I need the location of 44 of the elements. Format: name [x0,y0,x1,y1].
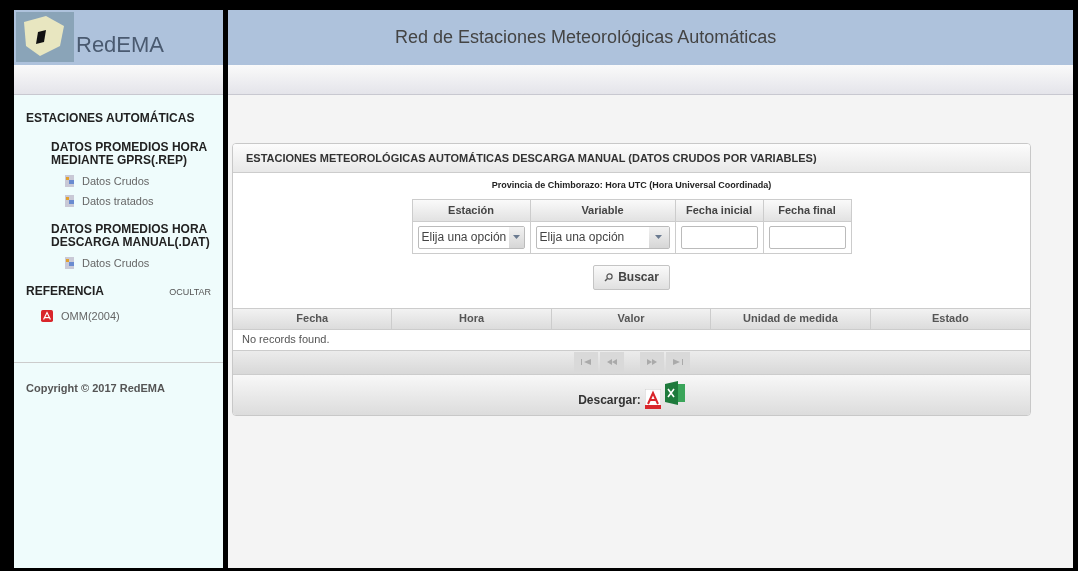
section-heading: REFERENCIA [26,282,104,300]
caret-icon [512,235,520,239]
sidebar-link[interactable]: Datos Crudos [64,173,211,190]
select-field[interactable]: Elija una opción [417,225,525,249]
brand-name: RedEMA [76,31,165,59]
map-logo-icon [16,12,74,62]
pager-arrow-icon [580,359,591,365]
sidebar-link[interactable]: Datos tratados [64,192,211,209]
caret-icon [655,235,662,239]
pdf-icon[interactable] [644,388,661,409]
document-icon [64,174,76,189]
panel-subtitle: Provincia de Chimborazo: Hora UTC (Hora Universal Coordinada) [491,179,772,192]
date-field[interactable] [768,225,846,249]
copyright-text: Copyright © 2017 RedEMA [26,382,165,394]
table-header: Hora [459,311,485,327]
document-icon [64,256,76,271]
pager-arrow-icon [672,359,683,365]
reference-link[interactable]: OMM(2004) [41,307,211,324]
select-field[interactable]: Elija una opción [535,225,670,249]
table-header: Unidad de medida [743,311,838,327]
pager-arrow-icon [606,359,617,365]
download-label: Descargar: [578,391,641,409]
table-header: Valor [617,311,645,327]
panel-title: ESTACIONES METEOROLÓGICAS AUTOMÁTICAS DESCARGA MANUAL (DATOS CRUDOS POR VARIABLES) [246,150,817,166]
column-header: Fecha inicial [686,202,752,218]
section-heading: ESTACIONES AUTOMÁTICAS [26,109,196,127]
column-header: Fecha final [778,202,836,218]
hide-link[interactable]: OCULTAR [169,286,211,300]
column-header: Estación [448,202,494,218]
table-header: Estado [931,311,969,327]
group-heading: DATOS PROMEDIOS HORA MEDIANTE GPRS(.REP) [51,141,208,167]
table-header: Fecha [296,311,329,327]
spreadsheet-icon[interactable] [664,380,685,405]
group-heading: DATOS PROMEDIOS HORA DESCARGA MANUAL(.DAT) [51,223,211,249]
page-title: Red de Estaciones Meteorológicas Automáticas [395,26,777,49]
document-icon [64,193,76,208]
column-header: Variable [581,202,624,218]
empty-message: No records found. [242,332,330,348]
date-field[interactable] [680,225,758,249]
sidebar-link[interactable]: Datos Crudos [64,255,211,272]
search-icon [604,272,614,282]
search-button[interactable]: Buscar [593,264,670,290]
pager-arrow-icon [646,359,657,365]
pdf-icon[interactable] [41,309,53,322]
